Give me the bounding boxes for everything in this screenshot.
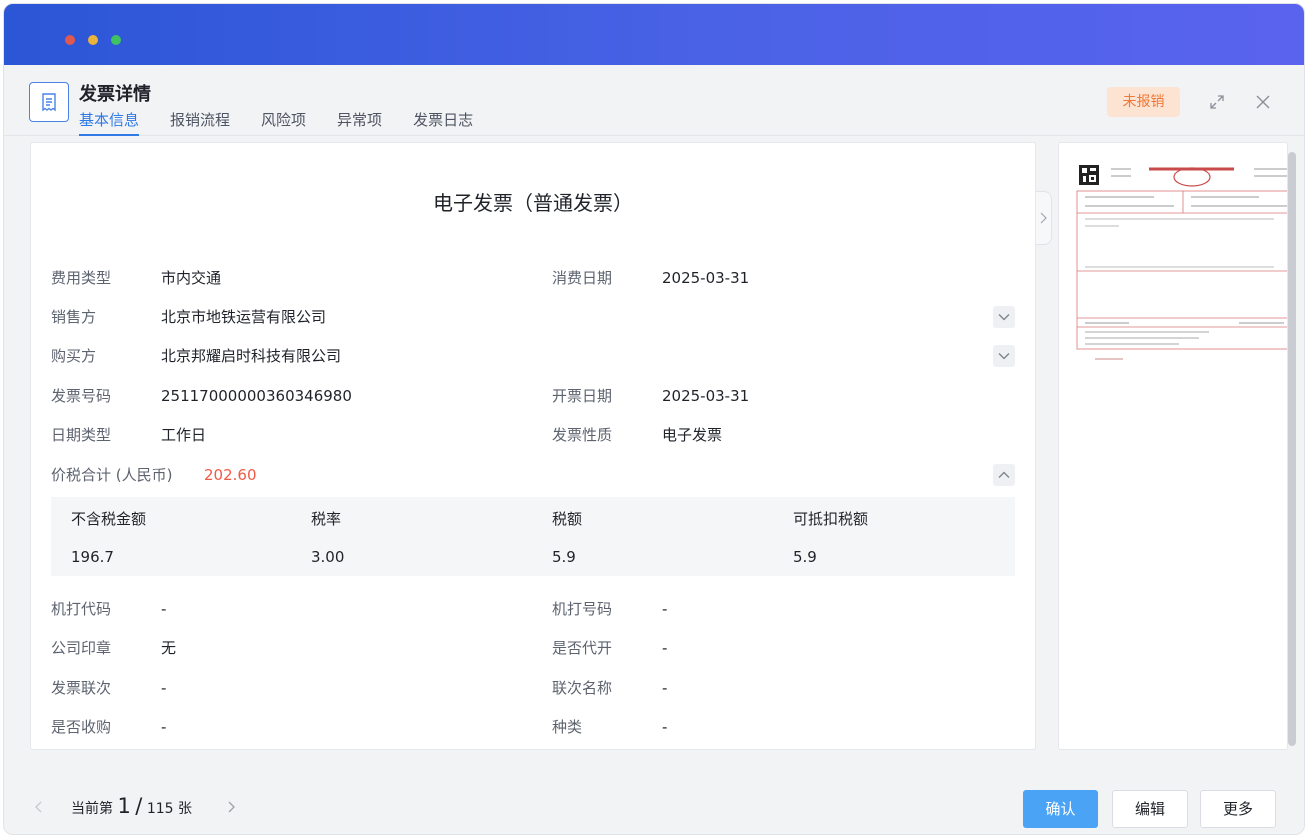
chevron-down-icon <box>998 353 1010 360</box>
tax-table-header: 税额 <box>552 510 583 528</box>
invoice-header: 发票详情 基本信息 报销流程 风险项 异常项 发票日志 未报销 <box>4 65 1304 136</box>
chevron-up-icon <box>998 471 1010 478</box>
field-row: 公司印章 无 是否代开 - <box>31 636 1035 660</box>
field-row: 费用类型 市内交通 消费日期 2025-03-31 <box>31 266 1035 290</box>
consume-date-value: 2025-03-31 <box>662 269 750 287</box>
tax-table-cell: 5.9 <box>552 548 576 566</box>
tab-risk-items[interactable]: 风险项 <box>261 109 306 136</box>
seller-expand-button[interactable] <box>993 306 1015 328</box>
tab-invoice-log[interactable]: 发票日志 <box>413 109 473 136</box>
invoice-detail-panel: 电子发票（普通发票） 费用类型 市内交通 消费日期 2025-03-31 销售方… <box>30 142 1036 750</box>
consume-date-label: 消费日期 <box>552 269 613 287</box>
field-row: 销售方 北京市地铁运营有限公司 <box>31 305 1035 329</box>
copy-value: - <box>161 679 167 697</box>
seal-value: 无 <box>161 639 177 657</box>
confirm-button[interactable]: 确认 <box>1023 790 1098 828</box>
buyer-label: 购买方 <box>51 347 97 365</box>
field-row: 是否收购 - 种类 - <box>31 715 1035 739</box>
chevron-right-icon <box>1040 212 1047 224</box>
proxy-label: 是否代开 <box>552 639 613 657</box>
invoice-title: 电子发票（普通发票） <box>433 191 633 215</box>
machine-no-value: - <box>662 600 668 618</box>
chevron-right-icon <box>228 801 235 813</box>
tax-table-cell: 196.7 <box>71 548 114 566</box>
copy-name-label: 联次名称 <box>552 679 613 697</box>
pager: 当前第 1 / 115 张 <box>71 794 192 818</box>
kind-value: - <box>662 718 668 736</box>
page-title: 发票详情 <box>79 84 151 105</box>
field-row: 发票号码 25117000000360346980 开票日期 2025-03-3… <box>31 384 1035 408</box>
pager-current: 1 <box>117 794 131 818</box>
seller-value: 北京市地铁运营有限公司 <box>161 308 327 326</box>
invoice-nature-value: 电子发票 <box>662 426 723 444</box>
total-label: 价税合计 (人民币) <box>51 466 173 484</box>
kind-label: 种类 <box>552 718 583 736</box>
close-icon[interactable] <box>1253 92 1273 112</box>
purchase-value: - <box>161 718 167 736</box>
field-row: 价税合计 (人民币) 202.60 <box>31 463 1035 487</box>
machine-code-value: - <box>161 600 167 618</box>
preview-toggle-button[interactable] <box>1036 191 1052 245</box>
invoice-nature-label: 发票性质 <box>552 426 613 444</box>
next-invoice-button[interactable] <box>223 799 239 815</box>
seal-label: 公司印章 <box>51 639 112 657</box>
tab-reimburse-flow[interactable]: 报销流程 <box>170 109 230 136</box>
chevron-down-icon <box>998 314 1010 321</box>
pager-separator: / <box>135 794 143 818</box>
tax-table-header: 税率 <box>311 510 342 528</box>
buyer-expand-button[interactable] <box>993 345 1015 367</box>
field-row: 日期类型 工作日 发票性质 电子发票 <box>31 423 1035 447</box>
tab-exception-items[interactable]: 异常项 <box>337 109 382 136</box>
window-titlebar <box>4 4 1304 65</box>
field-row: 购买方 北京邦耀启时科技有限公司 <box>31 344 1035 368</box>
status-badge: 未报销 <box>1107 87 1180 117</box>
machine-code-label: 机打代码 <box>51 600 112 618</box>
date-type-label: 日期类型 <box>51 426 112 444</box>
total-amount: 202.60 <box>204 466 257 484</box>
tax-table-header: 不含税金额 <box>71 510 147 528</box>
window-close-dot[interactable] <box>65 35 75 45</box>
app-window: 发票详情 基本信息 报销流程 风险项 异常项 发票日志 未报销 电子发票（普通发… <box>3 3 1305 835</box>
tax-table-cell: 5.9 <box>793 548 817 566</box>
field-row: 机打代码 - 机打号码 - <box>31 597 1035 621</box>
window-maximize-dot[interactable] <box>111 35 121 45</box>
copy-name-value: - <box>662 679 668 697</box>
tab-basic-info[interactable]: 基本信息 <box>79 109 140 136</box>
edit-button[interactable]: 编辑 <box>1112 790 1188 828</box>
pager-total: 115 张 <box>146 801 192 817</box>
issue-date-label: 开票日期 <box>552 387 613 405</box>
receipt-icon <box>29 82 69 122</box>
purchase-label: 是否收购 <box>51 718 112 736</box>
tab-bar: 基本信息 报销流程 风险项 异常项 发票日志 <box>79 109 504 136</box>
tax-table-cell: 3.00 <box>311 548 345 566</box>
expand-icon[interactable] <box>1207 92 1227 112</box>
invoice-thumbnail <box>1076 165 1287 360</box>
tax-collapse-button[interactable] <box>993 464 1015 486</box>
machine-no-label: 机打号码 <box>552 600 613 618</box>
pager-prefix: 当前第 <box>71 801 113 817</box>
issue-date-value: 2025-03-31 <box>662 387 750 405</box>
date-type-value: 工作日 <box>161 426 207 444</box>
proxy-value: - <box>662 639 668 657</box>
tax-table-header: 可抵扣税额 <box>793 510 869 528</box>
tax-table: 不含税金额 税率 税额 可抵扣税额 196.7 3.00 5.9 5.9 <box>51 497 1015 576</box>
more-button[interactable]: 更多 <box>1200 790 1276 828</box>
window-minimize-dot[interactable] <box>88 35 98 45</box>
field-row: 发票联次 - 联次名称 - <box>31 676 1035 700</box>
invoice-no-label: 发票号码 <box>51 387 112 405</box>
expense-type-value: 市内交通 <box>161 269 222 287</box>
seller-label: 销售方 <box>51 308 97 326</box>
prev-invoice-button[interactable] <box>31 799 47 815</box>
expense-type-label: 费用类型 <box>51 269 112 287</box>
buyer-value: 北京邦耀启时科技有限公司 <box>161 347 342 365</box>
chevron-left-icon <box>35 801 42 813</box>
copy-label: 发票联次 <box>51 679 112 697</box>
preview-scrollbar[interactable] <box>1288 152 1296 746</box>
invoice-image-preview[interactable] <box>1058 142 1288 750</box>
invoice-no-value: 25117000000360346980 <box>161 387 352 405</box>
